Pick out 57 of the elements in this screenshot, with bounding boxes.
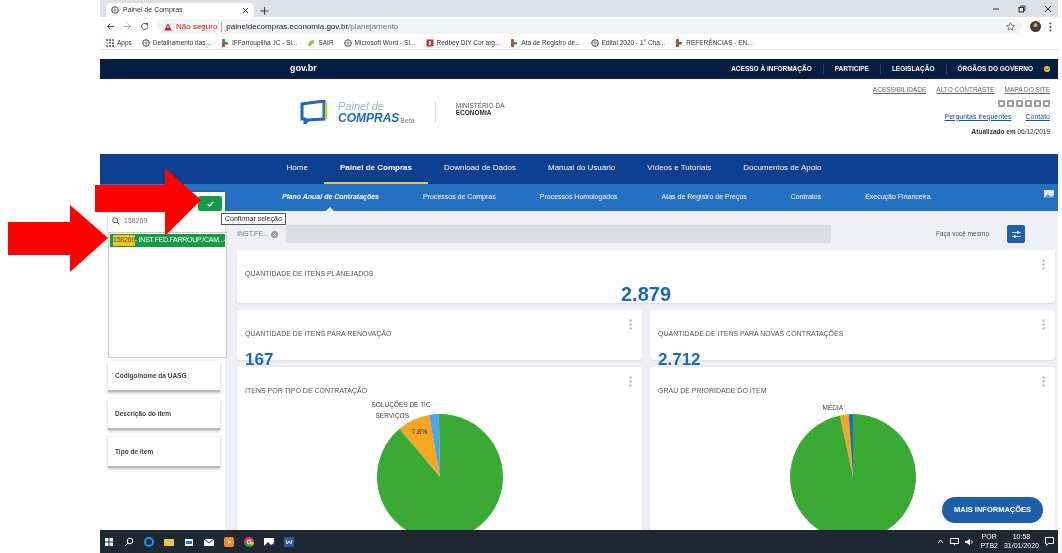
nav-tab[interactable]: Manual do Usuário — [531, 154, 632, 184]
media-icon[interactable] — [224, 536, 234, 547]
check-icon — [206, 200, 214, 207]
apps-icon — [106, 38, 114, 47]
globe-icon — [111, 6, 119, 14]
bookmark-icon — [425, 38, 434, 47]
menu-icon[interactable] — [1049, 21, 1052, 32]
security-label[interactable]: Não seguro — [176, 20, 218, 33]
close-icon[interactable] — [1044, 4, 1052, 13]
warning-icon — [164, 22, 172, 31]
logo-icon — [300, 100, 330, 124]
stat-value: 2.712 — [658, 351, 702, 370]
notification-icon[interactable] — [1045, 537, 1054, 546]
back-icon[interactable] — [106, 22, 115, 31]
settings-button[interactable] — [1007, 225, 1025, 243]
globe-icon — [141, 38, 150, 47]
close-icon[interactable] — [242, 6, 249, 14]
chevron-up-icon[interactable] — [937, 538, 945, 545]
nav-tab[interactable]: Home — [270, 154, 324, 184]
folder-icon[interactable] — [164, 536, 174, 547]
image-icon — [1044, 190, 1054, 198]
new-tab-icon[interactable] — [260, 5, 269, 17]
flag-icon — [221, 38, 229, 47]
windows-icon[interactable] — [104, 536, 114, 547]
word-icon[interactable] — [284, 536, 294, 547]
sliders-icon — [1011, 229, 1021, 239]
flag-icon — [675, 38, 684, 47]
caret-icon — [1044, 66, 1050, 72]
filter-field[interactable] — [286, 225, 831, 243]
nav-tab[interactable]: Download de Dados — [427, 154, 532, 184]
flag-icon — [510, 38, 519, 47]
mail-icon[interactable] — [204, 536, 214, 547]
search-icon[interactable] — [124, 536, 134, 547]
photos-icon[interactable] — [264, 536, 274, 547]
nav-tab[interactable]: Documentos de Apoio — [727, 154, 838, 184]
avatar-icon[interactable] — [1030, 21, 1041, 32]
gov-logo[interactable]: gov.br — [290, 62, 317, 76]
volume-icon[interactable] — [965, 537, 975, 546]
globe-icon — [590, 38, 599, 47]
address-bar[interactable]: Não seguro paineldecompras.economia.gov.br/planejamento — [157, 19, 1022, 34]
star-icon[interactable] — [1006, 22, 1015, 31]
url-text[interactable]: paineldecompras.economia.gov.br/planejamento — [226, 20, 399, 33]
logo-text: COMPRAS — [338, 111, 400, 124]
chrome-icon[interactable] — [244, 536, 254, 547]
leaf-icon — [307, 38, 316, 47]
browser-icon[interactable] — [144, 536, 154, 547]
restore-icon[interactable] — [1018, 4, 1026, 13]
globe-icon — [343, 38, 352, 47]
stat-value: 167 — [245, 351, 275, 370]
search-icon — [112, 217, 120, 226]
nav-tab[interactable]: Vídeos e Tutoriais — [631, 154, 728, 184]
confirm-button[interactable] — [198, 196, 222, 211]
stat-value: 2.879 — [619, 283, 673, 305]
store-icon[interactable] — [184, 536, 194, 547]
reload-icon[interactable] — [140, 22, 149, 31]
network-icon[interactable] — [950, 537, 960, 546]
logo-text: Painel de — [338, 100, 385, 112]
